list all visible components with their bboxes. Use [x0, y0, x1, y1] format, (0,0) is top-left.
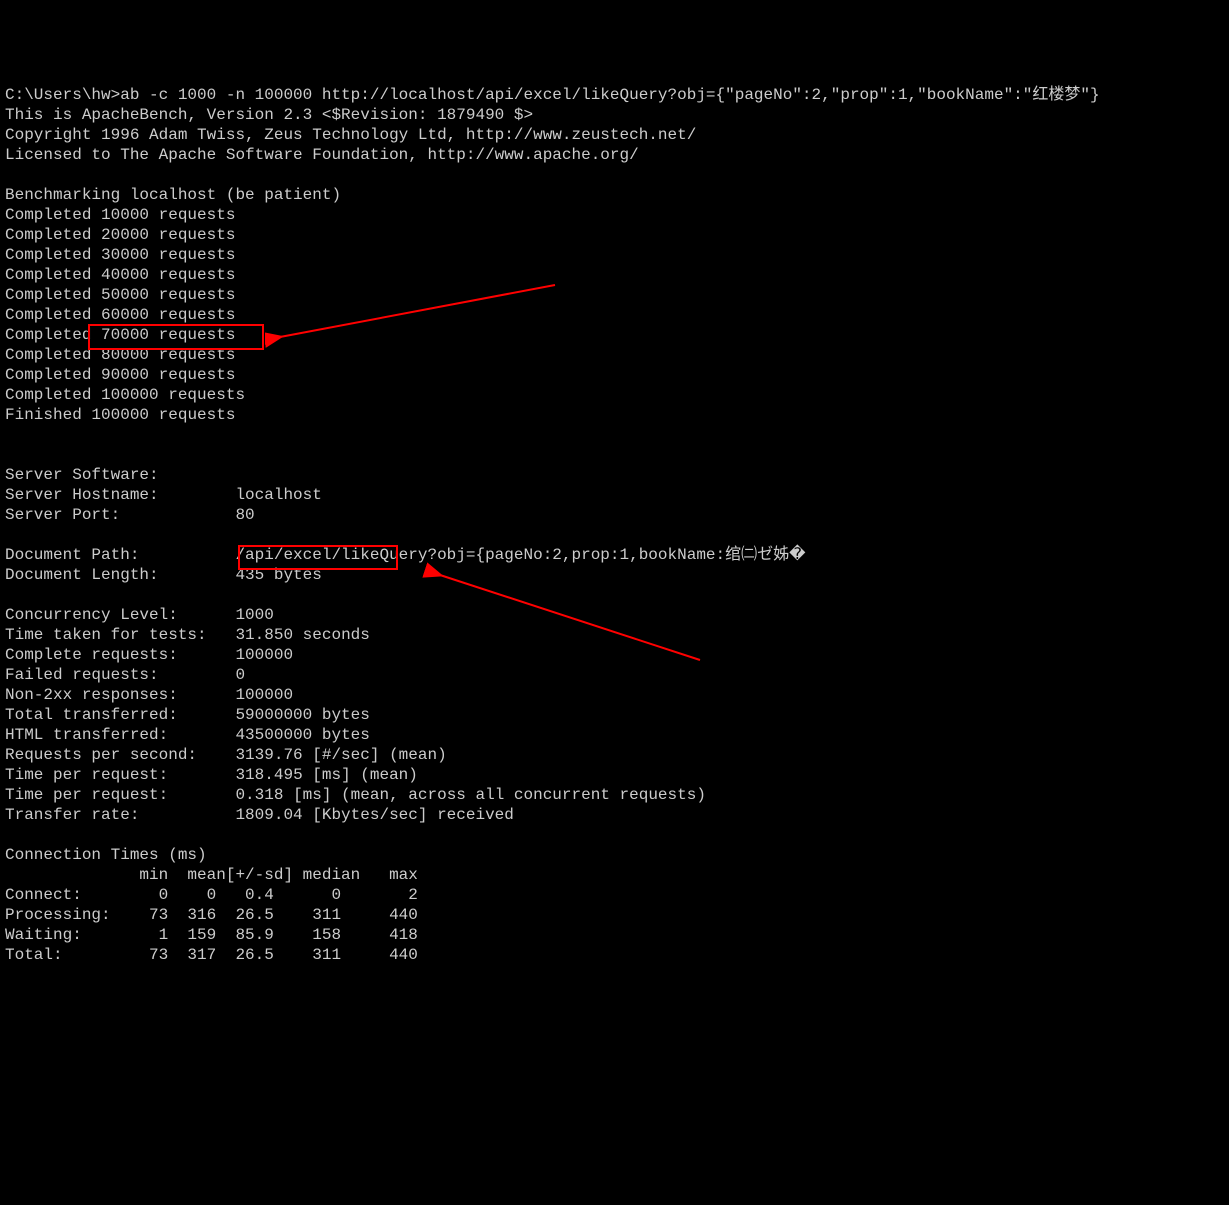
command-text: ab -c 1000 -n 100000 http://localhost/ap…: [120, 86, 1099, 104]
complete-label: Complete requests:: [5, 646, 178, 664]
transfer-label: Transfer rate:: [5, 806, 139, 824]
rps-value: 3139.76 [#/sec] (mean): [235, 746, 446, 764]
transfer-value: 1809.04 [Kbytes/sec] received: [235, 806, 513, 824]
tpr2-value: 0.318 [ms] (mean, across all concurrent …: [235, 786, 705, 804]
ab-copyright: Copyright 1996 Adam Twiss, Zeus Technolo…: [5, 126, 696, 144]
time-taken-value: 31.850 seconds: [235, 626, 369, 644]
finished-prefix: Finished: [5, 406, 91, 424]
time-taken-label: Time taken for tests:: [5, 626, 207, 644]
completed-line: Completed 10000 requests: [5, 206, 235, 224]
highlight-box-time-taken: [238, 545, 398, 570]
failed-label: Failed requests:: [5, 666, 159, 684]
conn-times-header: min mean[+/-sd] median max: [5, 866, 418, 884]
conn-times-waiting: Waiting: 1 159 85.9 158 418: [5, 926, 418, 944]
conn-times-title: Connection Times (ms): [5, 846, 207, 864]
failed-value: 0: [235, 666, 245, 684]
completed-line: Completed 30000 requests: [5, 246, 235, 264]
html-transferred-value: 43500000 bytes: [235, 726, 369, 744]
concurrency-value: 1000: [235, 606, 273, 624]
ab-license: Licensed to The Apache Software Foundati…: [5, 146, 639, 164]
doc-length-label: Document Length:: [5, 566, 159, 584]
server-hostname-value: localhost: [235, 486, 321, 504]
server-software-label: Server Software:: [5, 466, 159, 484]
completed-line: Completed 20000 requests: [5, 226, 235, 244]
html-transferred-label: HTML transferred:: [5, 726, 168, 744]
server-hostname-label: Server Hostname:: [5, 486, 159, 504]
conn-times-total: Total: 73 317 26.5 311 440: [5, 946, 418, 964]
total-transferred-value: 59000000 bytes: [235, 706, 369, 724]
completed-line: Completed 40000 requests: [5, 266, 235, 284]
total-transferred-label: Total transferred:: [5, 706, 178, 724]
prompt: C:\Users\hw>: [5, 86, 120, 104]
complete-value: 100000: [235, 646, 293, 664]
finished-value: 100000 requests: [91, 406, 235, 424]
ab-version: This is ApacheBench, Version 2.3 <$Revis…: [5, 106, 533, 124]
non2xx-value: 100000: [235, 686, 293, 704]
completed-line: Completed 60000 requests: [5, 306, 235, 324]
terminal-output: C:\Users\hw>ab -c 1000 -n 100000 http://…: [5, 85, 1224, 965]
non2xx-label: Non-2xx responses:: [5, 686, 178, 704]
completed-line: Completed 50000 requests: [5, 286, 235, 304]
completed-line: Completed 90000 requests: [5, 366, 235, 384]
concurrency-label: Concurrency Level:: [5, 606, 178, 624]
conn-times-processing: Processing: 73 316 26.5 311 440: [5, 906, 418, 924]
completed-line: Completed 100000 requests: [5, 386, 245, 404]
benchmark-header: Benchmarking localhost (be patient): [5, 186, 341, 204]
tpr2-label: Time per request:: [5, 786, 168, 804]
rps-label: Requests per second:: [5, 746, 197, 764]
server-port-label: Server Port:: [5, 506, 120, 524]
doc-path-label: Document Path:: [5, 546, 139, 564]
server-port-value: 80: [235, 506, 254, 524]
conn-times-connect: Connect: 0 0 0.4 0 2: [5, 886, 418, 904]
tpr1-value: 318.495 [ms] (mean): [235, 766, 417, 784]
highlight-box-finished: [88, 324, 264, 350]
tpr1-label: Time per request:: [5, 766, 168, 784]
